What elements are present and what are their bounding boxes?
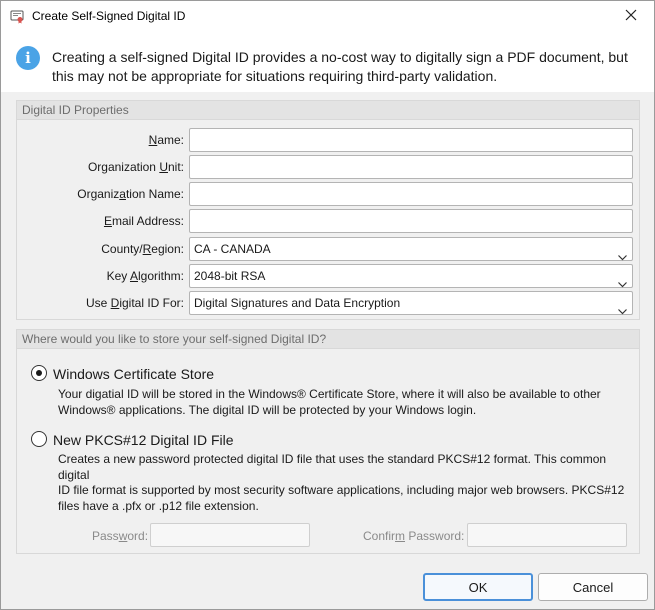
pkcs12-file-radio[interactable] <box>31 431 47 447</box>
password-input[interactable] <box>150 523 310 547</box>
window-title: Create Self-Signed Digital ID <box>32 9 186 23</box>
name-input[interactable] <box>189 128 633 152</box>
windows-store-description: Your digatial ID will be stored in the W… <box>58 387 628 418</box>
dialog-window: Create Self-Signed Digital ID i Creating… <box>0 0 655 610</box>
email-label: Email Address: <box>103 214 184 228</box>
info-line: Creating a self-signed Digital ID provid… <box>52 49 628 65</box>
description-line: Creates a new password protected digital… <box>58 452 607 482</box>
organization-unit-input[interactable] <box>189 155 633 179</box>
name-label: Name: <box>148 133 184 147</box>
pkcs12-file-description: Creates a new password protected digital… <box>58 452 638 514</box>
close-button[interactable] <box>608 1 654 32</box>
info-message: Creating a self-signed Digital ID provid… <box>52 48 642 86</box>
country-label: County/Region: <box>101 242 184 256</box>
organization-name-row: Organization Name: <box>17 182 639 206</box>
password-label: Password: <box>92 529 149 543</box>
dialog-footer: OK Cancel <box>1 567 654 609</box>
use-for-row: Use Digital ID For: Digital Signatures a… <box>17 291 639 315</box>
certificate-icon <box>10 10 24 24</box>
group-header: Where would you like to store your self-… <box>17 330 639 349</box>
organization-name-label: Organization Name: <box>77 187 184 201</box>
organization-unit-row: Organization Unit: <box>17 155 639 179</box>
windows-store-radio[interactable] <box>31 365 47 381</box>
country-row: County/Region: CA - CANADA <box>17 237 639 261</box>
cancel-button[interactable]: Cancel <box>538 573 648 601</box>
description-line: Windows® applications. The digital ID wi… <box>58 402 477 417</box>
name-row: Name: <box>17 128 639 152</box>
info-banner: i Creating a self-signed Digital ID prov… <box>1 32 654 92</box>
title-bar: Create Self-Signed Digital ID <box>1 1 654 32</box>
use-for-label: Use Digital ID For: <box>85 296 184 310</box>
close-icon <box>625 9 637 24</box>
storage-location-group: Where would you like to store your self-… <box>16 329 640 554</box>
chevron-down-icon <box>618 273 627 288</box>
description-line: Your digatial ID will be stored in the W… <box>58 387 601 401</box>
description-line: files have a .pfx or .p12 file extension… <box>58 498 259 513</box>
digital-id-properties-group: Digital ID Properties Name: Organization… <box>16 100 640 320</box>
info-icon: i <box>16 46 40 70</box>
info-line: this may not be appropriate for situatio… <box>52 68 498 84</box>
confirm-password-input[interactable] <box>467 523 627 547</box>
email-input[interactable] <box>189 209 633 233</box>
email-row: Email Address: <box>17 209 639 233</box>
use-for-value: Digital Signatures and Data Encryption <box>194 296 401 310</box>
windows-store-label[interactable]: Windows Certificate Store <box>53 366 214 382</box>
key-algorithm-row: Key Algorithm: 2048-bit RSA <box>17 264 639 288</box>
organization-name-input[interactable] <box>189 182 633 206</box>
chevron-down-icon <box>618 246 627 261</box>
group-header: Digital ID Properties <box>17 101 639 120</box>
country-value: CA - CANADA <box>194 242 271 256</box>
description-line: ID file format is supported by most secu… <box>58 483 625 497</box>
chevron-down-icon <box>618 300 627 315</box>
use-for-select[interactable]: Digital Signatures and Data Encryption <box>189 291 633 315</box>
ok-button[interactable]: OK <box>423 573 533 601</box>
country-select[interactable]: CA - CANADA <box>189 237 633 261</box>
pkcs12-file-label[interactable]: New PKCS#12 Digital ID File <box>53 432 234 448</box>
key-algorithm-value: 2048-bit RSA <box>194 269 266 283</box>
key-algorithm-select[interactable]: 2048-bit RSA <box>189 264 633 288</box>
key-algorithm-label: Key Algorithm: <box>106 269 184 283</box>
organization-unit-label: Organization Unit: <box>87 160 184 174</box>
confirm-password-label: Confirm Password: <box>363 529 465 543</box>
